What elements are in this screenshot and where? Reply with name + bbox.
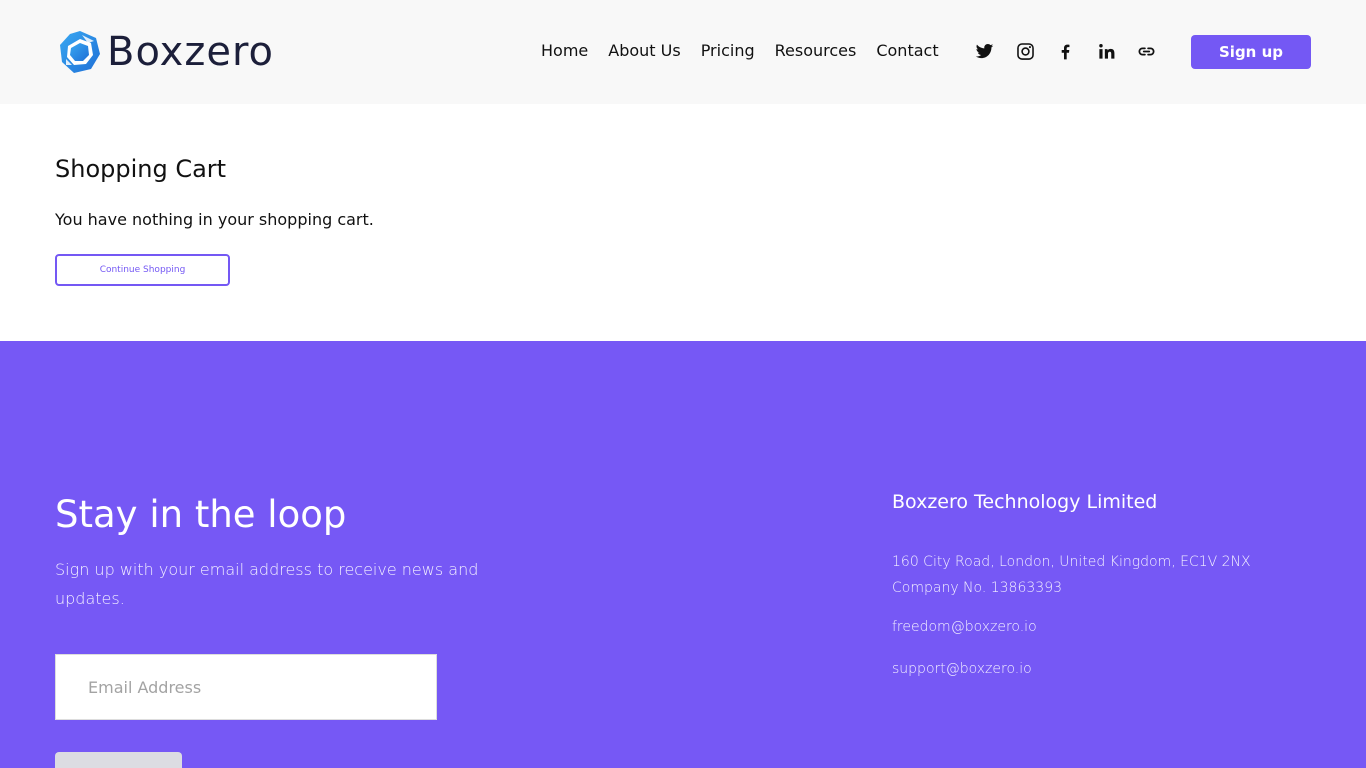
newsletter-submit-button[interactable] xyxy=(55,752,182,768)
link-icon[interactable] xyxy=(1136,41,1157,62)
nav-contact[interactable]: Contact xyxy=(876,40,938,62)
nav-home[interactable]: Home xyxy=(541,40,588,62)
site-footer: Stay in the loop Sign up with your email… xyxy=(0,341,1366,768)
empty-cart-message: You have nothing in your shopping cart. xyxy=(55,210,374,229)
linkedin-icon[interactable] xyxy=(1096,41,1117,62)
company-address: 160 City Road, London, United Kingdom, E… xyxy=(892,549,1251,601)
social-links xyxy=(974,41,1177,62)
logo-mark-icon xyxy=(60,31,100,73)
newsletter-description: Sign up with your email address to recei… xyxy=(55,560,479,608)
facebook-icon[interactable] xyxy=(1055,41,1076,62)
newsletter-title: Stay in the loop xyxy=(55,493,347,536)
address-line: 160 City Road, London, United Kingdom, E… xyxy=(892,554,1251,570)
brand-logo[interactable]: Boxzero xyxy=(58,29,274,75)
twitter-icon[interactable] xyxy=(974,41,995,62)
page-title: Shopping Cart xyxy=(55,155,227,183)
freedom-email-link[interactable]: freedom@boxzero.io xyxy=(892,619,1037,635)
main-nav: Home About Us Pricing Resources Contact xyxy=(541,40,959,62)
email-field[interactable] xyxy=(55,654,437,720)
logo-wordmark: Boxzero xyxy=(107,29,274,75)
site-header: Boxzero Home About Us Pricing Resources … xyxy=(0,0,1366,104)
company-name: Boxzero Technology Limited xyxy=(892,491,1158,513)
company-number: Company No. 13863393 xyxy=(892,580,1063,596)
nav-resources[interactable]: Resources xyxy=(775,40,857,62)
nav-about-us[interactable]: About Us xyxy=(608,40,680,62)
support-email-link[interactable]: support@boxzero.io xyxy=(892,661,1032,677)
nav-pricing[interactable]: Pricing xyxy=(701,40,755,62)
continue-shopping-button[interactable]: Continue Shopping xyxy=(55,254,230,286)
signup-button[interactable]: Sign up xyxy=(1191,35,1311,69)
instagram-icon[interactable] xyxy=(1015,41,1036,62)
